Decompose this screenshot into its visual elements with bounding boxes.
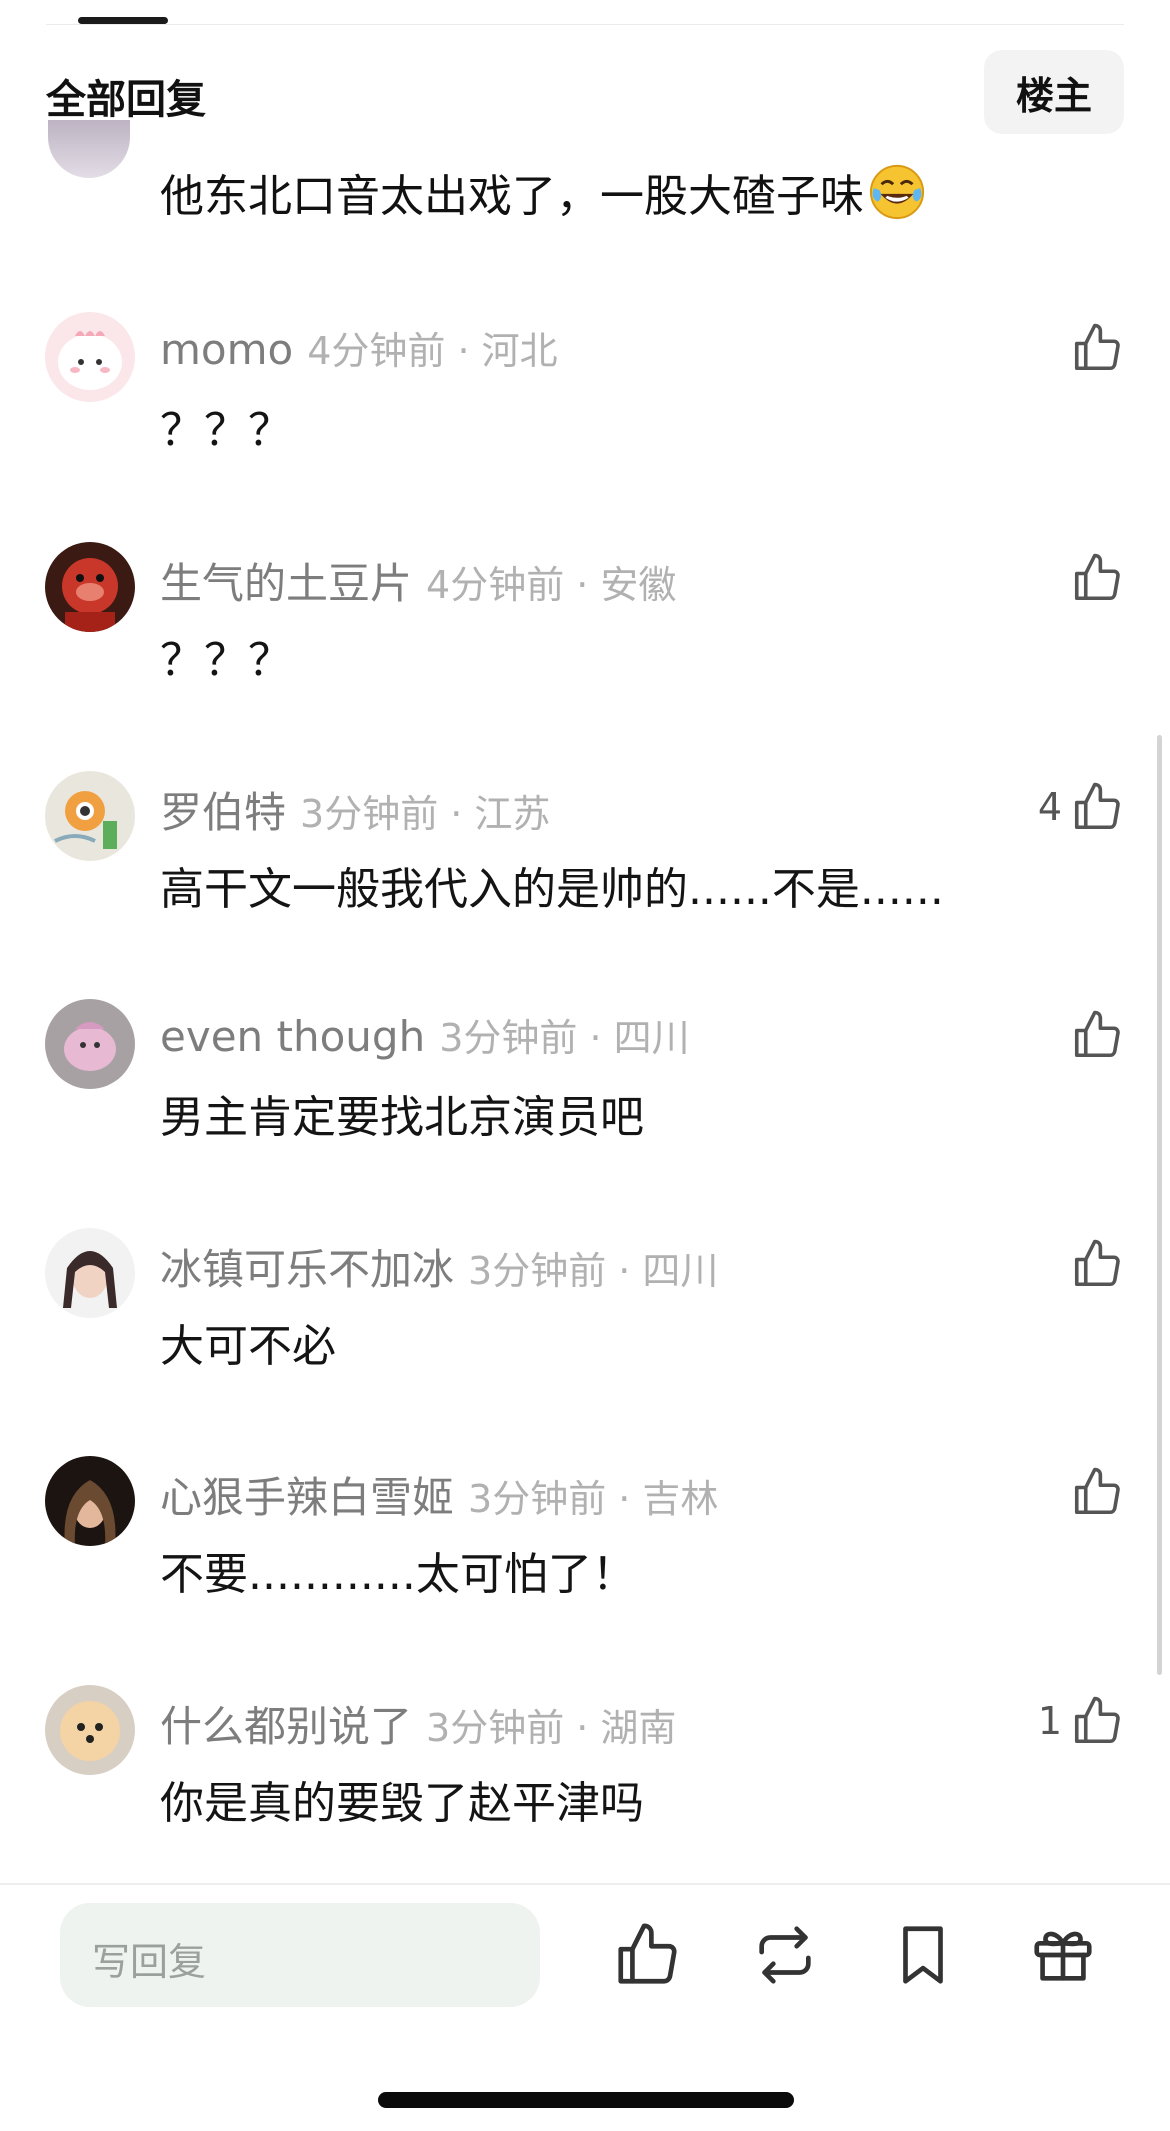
avatar[interactable] bbox=[45, 1228, 135, 1318]
thumbs-up-icon bbox=[1074, 1010, 1120, 1058]
comment-time-location: 3分钟前 · 四川 bbox=[439, 1016, 690, 1060]
comment-text-content: 他东北口音太出戏了，一股大碴子味 bbox=[160, 171, 864, 222]
avatar[interactable] bbox=[45, 542, 135, 632]
username[interactable]: 生气的土豆片 bbox=[160, 559, 412, 608]
header: 全部回复 楼主 bbox=[0, 45, 1170, 135]
avatar-image bbox=[45, 999, 135, 1089]
bookmark-icon[interactable] bbox=[888, 1920, 958, 1990]
repost-icon[interactable] bbox=[750, 1920, 820, 1990]
comment-time-location: 3分钟前 · 湖南 bbox=[426, 1706, 677, 1750]
comment-item: 冰镇可乐不加冰 3分钟前 · 四川 大可不必 bbox=[0, 1228, 1170, 1428]
avatar[interactable] bbox=[48, 120, 130, 178]
comment-time-location: 3分钟前 · 江苏 bbox=[300, 792, 551, 836]
like-button[interactable] bbox=[1062, 1234, 1124, 1294]
comment-time-location: 3分钟前 · 四川 bbox=[468, 1249, 719, 1293]
avatar[interactable] bbox=[45, 1456, 135, 1546]
thumbs-up-icon bbox=[1074, 1467, 1120, 1515]
username[interactable]: momo bbox=[160, 325, 293, 374]
avatar-image bbox=[45, 1456, 135, 1546]
thumbs-up-icon bbox=[1074, 1696, 1120, 1744]
bottom-divider bbox=[0, 1883, 1170, 1885]
avatar[interactable] bbox=[45, 771, 135, 861]
like-button[interactable]: 4 bbox=[1038, 777, 1124, 837]
avatar-image bbox=[45, 771, 135, 861]
like-count: 4 bbox=[1037, 785, 1062, 829]
top-divider bbox=[46, 24, 1124, 25]
thumbs-up-icon bbox=[1074, 1239, 1120, 1287]
comment-item: 什么都别说了 3分钟前 · 湖南 你是真的要毁了赵平津吗 1 bbox=[0, 1685, 1170, 1885]
like-button[interactable] bbox=[1062, 1005, 1124, 1065]
avatar[interactable] bbox=[45, 999, 135, 1089]
reply-placeholder: 写回复 bbox=[92, 1940, 207, 1984]
avatar[interactable] bbox=[45, 1685, 135, 1775]
username[interactable]: even though bbox=[160, 1012, 425, 1061]
comment-item: momo 4分钟前 · 河北 ？？？ bbox=[0, 312, 1170, 512]
comment-text: 大可不必 bbox=[160, 1321, 336, 1372]
avatar[interactable] bbox=[45, 312, 135, 402]
like-count: 1 bbox=[1037, 1699, 1062, 1743]
comment-text: 他东北口音太出戏了，一股大碴子味 bbox=[160, 160, 926, 224]
username[interactable]: 罗伯特 bbox=[160, 788, 286, 837]
username[interactable]: 冰镇可乐不加冰 bbox=[160, 1245, 454, 1294]
reply-input[interactable]: 写回复 bbox=[60, 1903, 540, 2007]
laughing-tears-emoji-icon bbox=[869, 164, 925, 220]
like-button[interactable] bbox=[1062, 1462, 1124, 1522]
thumbs-up-icon[interactable] bbox=[612, 1920, 682, 1990]
comment-item: 罗伯特 3分钟前 · 江苏 高干文一般我代入的是帅的......不是...... … bbox=[0, 771, 1170, 971]
comment-text: 高干文一般我代入的是帅的......不是...... bbox=[160, 864, 944, 915]
comment-time-location: 4分钟前 · 河北 bbox=[307, 329, 558, 373]
comment-meta: 罗伯特 3分钟前 · 江苏 bbox=[160, 779, 550, 840]
comment-text: ？？？ bbox=[160, 635, 292, 686]
comment-meta: 冰镇可乐不加冰 3分钟前 · 四川 bbox=[160, 1236, 718, 1297]
like-button[interactable]: 1 bbox=[1038, 1691, 1124, 1751]
like-button[interactable] bbox=[1062, 318, 1124, 378]
comment-item: 生气的土豆片 4分钟前 · 安徽 ？？？ bbox=[0, 542, 1170, 742]
comment-text: 你是真的要毁了赵平津吗 bbox=[160, 1778, 644, 1829]
home-indicator[interactable] bbox=[378, 2092, 794, 2108]
thumbs-up-icon bbox=[1074, 553, 1120, 601]
comment-text: ？？？ bbox=[160, 405, 292, 456]
username[interactable]: 心狠手辣白雪姬 bbox=[160, 1473, 454, 1522]
scrollbar[interactable] bbox=[1157, 735, 1162, 1675]
comment-meta: even though 3分钟前 · 四川 bbox=[160, 1007, 690, 1062]
thumbs-up-icon bbox=[1074, 782, 1120, 830]
comment-item: 心狠手辣白雪姬 3分钟前 · 吉林 不要............太可怕了！ bbox=[0, 1456, 1170, 1656]
gift-icon[interactable] bbox=[1028, 1920, 1098, 1990]
comment-text: 男主肯定要找北京演员吧 bbox=[160, 1092, 644, 1143]
comment-text: 不要............太可怕了！ bbox=[160, 1549, 636, 1600]
avatar-image bbox=[45, 1685, 135, 1775]
tab-indicator bbox=[78, 17, 168, 24]
comment-meta: 什么都别说了 3分钟前 · 湖南 bbox=[160, 1693, 676, 1754]
avatar-image bbox=[45, 1228, 135, 1318]
all-replies-title: 全部回复 bbox=[46, 77, 206, 123]
comment-meta: 生气的土豆片 4分钟前 · 安徽 bbox=[160, 550, 676, 611]
owner-only-button[interactable]: 楼主 bbox=[984, 50, 1124, 134]
comment-meta: momo 4分钟前 · 河北 bbox=[160, 320, 558, 375]
username[interactable]: 什么都别说了 bbox=[160, 1702, 412, 1751]
thumbs-up-icon bbox=[1074, 323, 1120, 371]
comment-time-location: 3分钟前 · 吉林 bbox=[468, 1477, 719, 1521]
comment-item: even though 3分钟前 · 四川 男主肯定要找北京演员吧 bbox=[0, 999, 1170, 1199]
avatar-image bbox=[45, 312, 135, 402]
comment-meta: 心狠手辣白雪姬 3分钟前 · 吉林 bbox=[160, 1464, 718, 1525]
comment-time-location: 4分钟前 · 安徽 bbox=[426, 563, 677, 607]
like-button[interactable] bbox=[1062, 548, 1124, 608]
avatar-image bbox=[45, 542, 135, 632]
